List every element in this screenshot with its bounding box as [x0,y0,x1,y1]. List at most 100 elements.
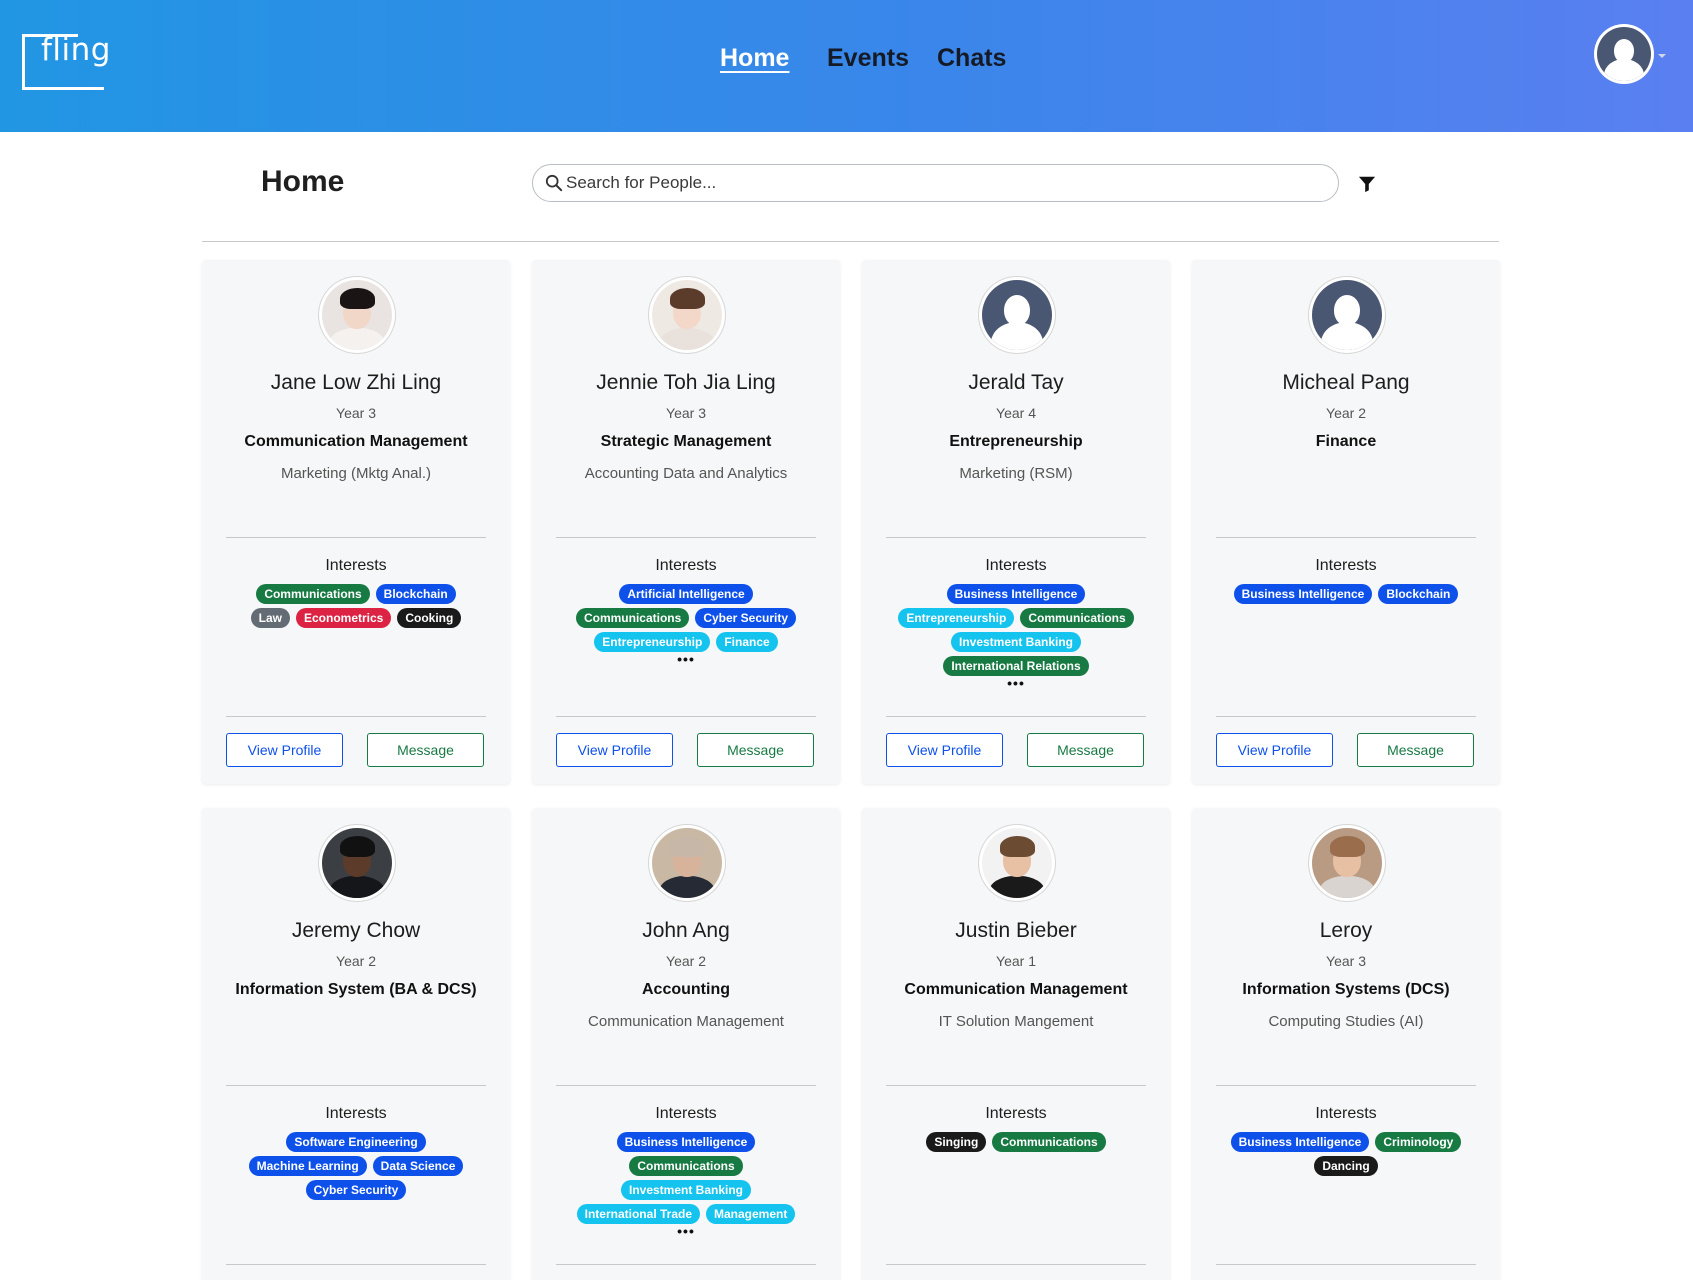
interest-tag-row: Communications [556,1154,816,1178]
interest-tag[interactable]: Communications [256,584,370,604]
interest-tag[interactable]: Communications [992,1132,1106,1152]
interest-tag[interactable]: Communications [629,1156,743,1176]
interest-tag-row: Business Intelligence Criminology [1216,1130,1476,1154]
interests-heading: Interests [1315,557,1377,574]
avatar[interactable] [319,277,395,353]
interest-tag[interactable]: Business Intelligence [616,1132,756,1152]
avatar[interactable] [1309,825,1385,901]
interest-tag[interactable]: Investment Banking [950,632,1082,652]
interest-tag[interactable]: International Trade [576,1204,700,1224]
more-interests-icon[interactable]: ••• [886,676,1146,690]
interest-tag[interactable]: Blockchain [1378,584,1459,604]
person-major: Communication Management [904,981,1128,998]
view-profile-button[interactable]: View Profile [556,733,673,767]
view-profile-button[interactable]: View Profile [1216,733,1333,767]
person-card: Justin Bieber Year 1 Communication Managem… [862,808,1170,1280]
person-major: Information Systems (DCS) [1242,981,1450,998]
interest-tag-row: Business Intelligence [556,1130,816,1154]
view-profile-button[interactable]: View Profile [226,733,343,767]
more-interests-icon[interactable]: ••• [556,1224,816,1238]
person-year: Year 3 [336,405,376,421]
nav-chats-link[interactable]: Chats [937,44,1006,73]
profile-photo [652,280,722,350]
message-button[interactable]: Message [367,733,484,767]
interest-tag[interactable]: Econometrics [295,608,392,628]
interest-tag-row: Artificial Intelligence [556,582,816,606]
interests-heading: Interests [655,1105,717,1122]
interest-tag[interactable]: Finance [716,632,778,652]
person-card: Jennie Toh Jia Ling Year 3 Strategic Manag… [532,260,840,784]
interest-tag[interactable]: Business Intelligence [946,584,1086,604]
interest-tag-row: Singing Communications [886,1130,1146,1154]
person-major: Entrepreneurship [949,433,1083,450]
avatar[interactable] [979,277,1055,353]
filter-icon[interactable] [1358,175,1376,193]
interest-tag[interactable]: Data Science [372,1156,464,1176]
interest-tag[interactable]: Cyber Security [305,1180,407,1200]
person-year: Year 3 [666,405,706,421]
interest-tag[interactable]: Management [706,1204,796,1224]
person-major: Finance [1315,433,1377,450]
person-year: Year 2 [1326,405,1366,421]
interest-tag[interactable]: Investment Banking [620,1180,752,1200]
interest-tag[interactable]: Dancing [1314,1156,1378,1176]
chevron-down-icon[interactable] [1658,54,1666,58]
interest-tag[interactable]: Business Intelligence [1233,584,1373,604]
nav-home-link[interactable]: Home [720,44,789,73]
nav-events-link[interactable]: Events [827,44,909,73]
default-avatar-icon [982,280,1052,350]
card-divider [1216,537,1476,538]
interest-tag[interactable]: Machine Learning [248,1156,367,1176]
message-button[interactable]: Message [1027,733,1144,767]
search-input[interactable] [566,165,1326,201]
person-year: Year 2 [336,953,376,969]
profile-photo [982,828,1052,898]
user-avatar-menu[interactable] [1594,24,1654,84]
interest-tag[interactable]: Criminology [1375,1132,1462,1152]
interest-tag-row: Communications Cyber Security [556,606,816,630]
card-divider [556,1264,816,1265]
person-name: Leroy [1319,919,1373,942]
person-minor: Marketing (Mktg Anal.) [280,465,432,482]
person-name: Justin Bieber [955,919,1077,942]
card-divider [886,537,1146,538]
card-divider [1216,1264,1476,1265]
section-divider [202,241,1499,242]
interest-tag[interactable]: Singing [926,1132,987,1152]
interest-tag[interactable]: Business Intelligence [1230,1132,1370,1152]
interests-heading: Interests [655,557,717,574]
person-year: Year 1 [996,953,1036,969]
person-card: Micheal Pang Year 2 Finance Interests Busine… [1192,260,1500,784]
interest-tag[interactable]: Entrepreneurship [898,608,1015,628]
interest-tag[interactable]: Blockchain [375,584,456,604]
interest-tag[interactable]: Artificial Intelligence [619,584,753,604]
person-minor: Computing Studies (AI) [1268,1013,1424,1030]
avatar[interactable] [1309,277,1385,353]
interest-tag[interactable]: Entrepreneurship [594,632,711,652]
interest-tag[interactable]: Cooking [397,608,462,628]
interests-heading: Interests [325,557,387,574]
message-button[interactable]: Message [1357,733,1474,767]
avatar[interactable] [649,825,725,901]
more-interests-icon[interactable]: ••• [556,652,816,666]
view-profile-button[interactable]: View Profile [886,733,1003,767]
interest-tags: Singing Communications [886,1130,1146,1154]
interest-tag[interactable]: Cyber Security [695,608,797,628]
interest-tag-row: Business Intelligence [886,582,1146,606]
message-button[interactable]: Message [697,733,814,767]
avatar[interactable] [979,825,1055,901]
search-icon [545,174,563,192]
interest-tag-row: Machine Learning Data Science [226,1154,486,1178]
interest-tag[interactable]: Communications [575,608,690,628]
avatar[interactable] [319,825,395,901]
interest-tag[interactable]: Law [250,608,290,628]
page-title: Home [261,165,345,198]
profile-photo [1312,828,1382,898]
interest-tag[interactable]: Communications [1020,608,1134,628]
interest-tag[interactable]: International Relations [943,656,1089,676]
search-bar[interactable] [532,164,1339,202]
interest-tag-row: Entrepreneurship Communications [886,606,1146,630]
interest-tag[interactable]: Software Engineering [286,1132,426,1152]
avatar[interactable] [649,277,725,353]
person-name: Jerald Tay [968,371,1064,394]
